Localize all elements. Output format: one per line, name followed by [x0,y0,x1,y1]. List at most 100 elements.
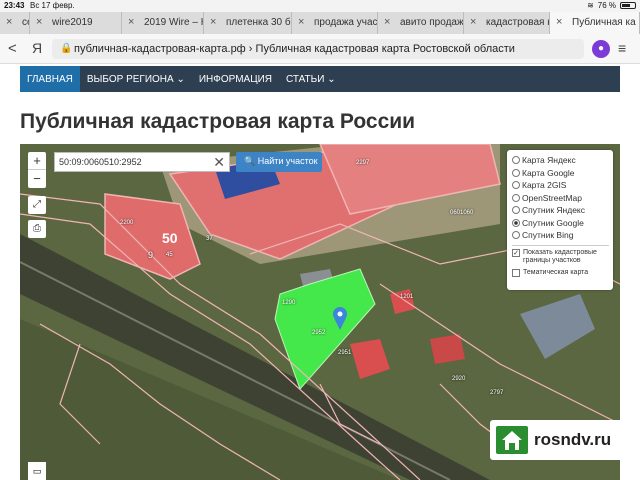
watermark-logo: rosndv.ru [490,420,620,460]
plot-number: 2951 [338,350,352,356]
battery-percent: 76 % [597,1,616,10]
browser-tab[interactable]: × wire2019 [30,12,122,34]
browser-tab[interactable]: × 2019 Wire – Ку [122,12,204,34]
layer-option[interactable]: Карта 2GIS [512,179,609,192]
layer-option[interactable]: OpenStreetMap [512,192,609,205]
close-tab-icon[interactable]: × [470,16,476,28]
layer-label: Карта 2GIS [522,180,567,191]
clear-icon[interactable]: ✕ [213,154,225,171]
layer-label: Спутник Google [522,217,584,228]
zoom-out-button[interactable]: − [28,170,46,188]
layer-option[interactable]: Спутник Яндекс [512,204,609,217]
tab-label: продажа учас [314,17,378,28]
tab-label: авито продаж [400,17,464,28]
plot-number: 1201 [400,294,414,300]
battery-icon [620,2,636,9]
fullscreen-icon[interactable]: ⤢ [28,196,46,214]
layers-icon[interactable]: ▭ [28,462,46,480]
address-input[interactable]: 🔒 публичная-кадастровая-карта.рф › Публи… [52,39,584,59]
option-label: Тематическая карта [523,268,589,276]
option-label: Показать кадастровые границы участков [523,248,597,264]
back-button[interactable]: < [8,40,17,57]
layer-switcher: Карта Яндекс Карта Google Карта 2GIS OpenSt… [507,150,613,290]
browser-tab[interactable]: × кадастровая ка [464,12,550,34]
plot-number: 0601060 [450,210,474,216]
nav-item[interactable]: Главная [20,66,80,92]
close-tab-icon[interactable]: × [36,16,42,28]
cadastral-search-input[interactable]: 50:09:0060510:2952 ✕ [54,152,230,172]
zoom-control: + − [28,152,46,188]
status-right: ≋ 76 % [587,1,636,10]
tab-label: 2019 Wire – Ку [144,17,203,28]
plot-number: 2952 [312,330,326,336]
url-separator: › [245,43,256,55]
tab-label: сетны [22,17,29,28]
radio-button[interactable] [512,206,520,215]
plot-number: 2297 [356,160,370,166]
clock: 23:43 [4,1,25,10]
plot-number: 1290 [282,300,296,306]
browser-tab-strip: × сетны × wire2019 × 2019 Wire – Ку × плетенка … [0,12,640,34]
layer-list: Карта Яндекс Карта Google Карта 2GIS OpenSt… [512,154,609,242]
radio-button[interactable] [512,218,520,227]
cadastral-map[interactable]: 50 9 2297 1290 2952 2951 2920 2797 1201 … [20,144,620,480]
menu-icon[interactable]: ≡ [618,40,626,56]
nav-item[interactable]: Выбор региона ⌄ [80,66,192,92]
wifi-icon: ≋ [587,1,594,10]
close-tab-icon[interactable]: × [128,16,134,28]
show-borders-option[interactable]: ✓ Показать кадастровые границы участков [512,248,609,265]
find-plot-button[interactable]: 🔍 Найти участок [236,152,322,172]
plot-number: 2920 [452,376,466,382]
radio-button[interactable] [512,193,520,202]
tab-label: плетенка 30 б [226,17,291,28]
thematic-map-option[interactable]: Тематическая карта [512,268,609,277]
watermark-text: rosndv.ru [534,430,612,449]
block-sub-number: 9 [148,250,154,260]
checkbox[interactable] [512,268,520,277]
print-icon[interactable]: ⎙ [28,220,46,238]
date: Вс 17 февр. [30,1,75,10]
close-tab-icon[interactable]: × [298,16,304,28]
lock-icon: 🔒 [60,43,73,54]
browser-tab[interactable]: × Публичная ка [550,12,640,34]
layer-option[interactable]: Карта Google [512,167,609,180]
plot-number: 45 [166,252,173,258]
url-page-name: Публичная кадастровая карта Ростовской о… [255,43,515,55]
tab-label: кадастровая ка [486,17,549,28]
radio-button[interactable] [512,231,520,240]
radio-button[interactable] [512,181,520,190]
zoom-in-button[interactable]: + [28,152,46,170]
mic-icon[interactable]: ● [592,40,610,58]
address-bar-row: < Я 🔒 публичная-кадастровая-карта.рф › П… [0,34,640,64]
plot-number: 2200 [120,220,134,226]
layer-label: OpenStreetMap [522,192,583,203]
close-tab-icon[interactable]: × [6,16,12,28]
layer-option[interactable]: Карта Яндекс [512,154,609,167]
browser-tab[interactable]: × сетны [0,12,30,34]
plot-number: 37 [206,236,213,242]
browser-tab[interactable]: × плетенка 30 б [204,12,292,34]
close-tab-icon[interactable]: × [384,16,390,28]
nav-item[interactable]: Статьи ⌄ [279,66,343,92]
browser-tab[interactable]: × продажа учас [292,12,378,34]
house-icon [496,426,528,454]
radio-button[interactable] [512,156,520,165]
close-tab-icon[interactable]: × [556,16,562,28]
search-value: 50:09:0060510:2952 [59,157,142,167]
block-number: 50 [162,230,178,246]
url-domain: публичная-кадастровая-карта.рф [74,43,246,55]
layer-label: Карта Яндекс [522,155,576,166]
layer-option[interactable]: Спутник Google [512,217,609,230]
ios-status-bar: 23:43 Вс 17 февр. ≋ 76 % [0,0,640,12]
checkbox[interactable]: ✓ [512,248,520,257]
close-tab-icon[interactable]: × [210,16,216,28]
nav-item[interactable]: Информация [192,66,279,92]
plot-number: 2797 [490,390,504,396]
layer-option[interactable]: Спутник Bing [512,229,609,242]
yandex-logo[interactable]: Я [32,40,42,56]
radio-button[interactable] [512,168,520,177]
browser-tab[interactable]: × авито продаж [378,12,464,34]
layer-label: Спутник Bing [522,230,574,241]
battery-fill [622,4,631,7]
layer-label: Карта Google [522,167,575,178]
